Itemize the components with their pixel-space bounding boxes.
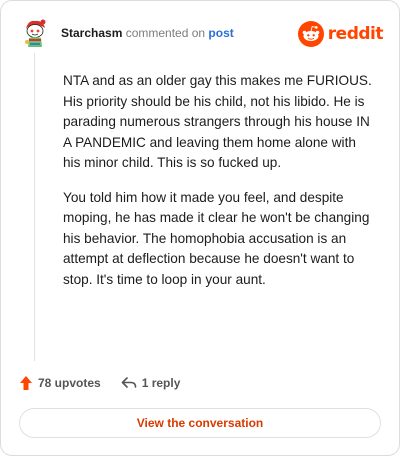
thread-line [34,53,35,361]
post-link[interactable]: post [208,26,233,40]
reddit-snoo-logo-icon [297,21,324,47]
comment-embed-card: Starchasm commented on post reddit NTA a… [0,0,400,456]
comment-paragraph: You told him how it made you feel, and d… [63,189,370,287]
comment-body: NTA and as an older gay this makes me FU… [63,71,373,304]
comment-header: Starchasm commented on post reddit [19,17,384,51]
reply-arrow-icon [121,377,137,388]
comment-paragraph: NTA and as an older gay this makes me FU… [63,73,372,170]
reply-count: 1 reply [141,376,181,390]
byline-action-text: commented on [122,26,209,40]
reddit-logo[interactable]: reddit [297,21,384,47]
upvote-button[interactable]: 78 upvotes [19,375,101,391]
reply-button[interactable]: 1 reply [121,376,181,390]
upvote-arrow-icon [20,376,32,390]
view-conversation-button[interactable]: View the conversation [19,408,381,438]
username-link[interactable]: Starchasm [61,26,122,40]
snoo-avatar-icon[interactable] [19,17,51,49]
upvote-count: 78 upvotes [38,376,101,390]
comment-byline: Starchasm commented on post [61,26,234,40]
reddit-wordmark: reddit [327,24,384,44]
comment-actions: 78 upvotes 1 reply [19,373,180,393]
